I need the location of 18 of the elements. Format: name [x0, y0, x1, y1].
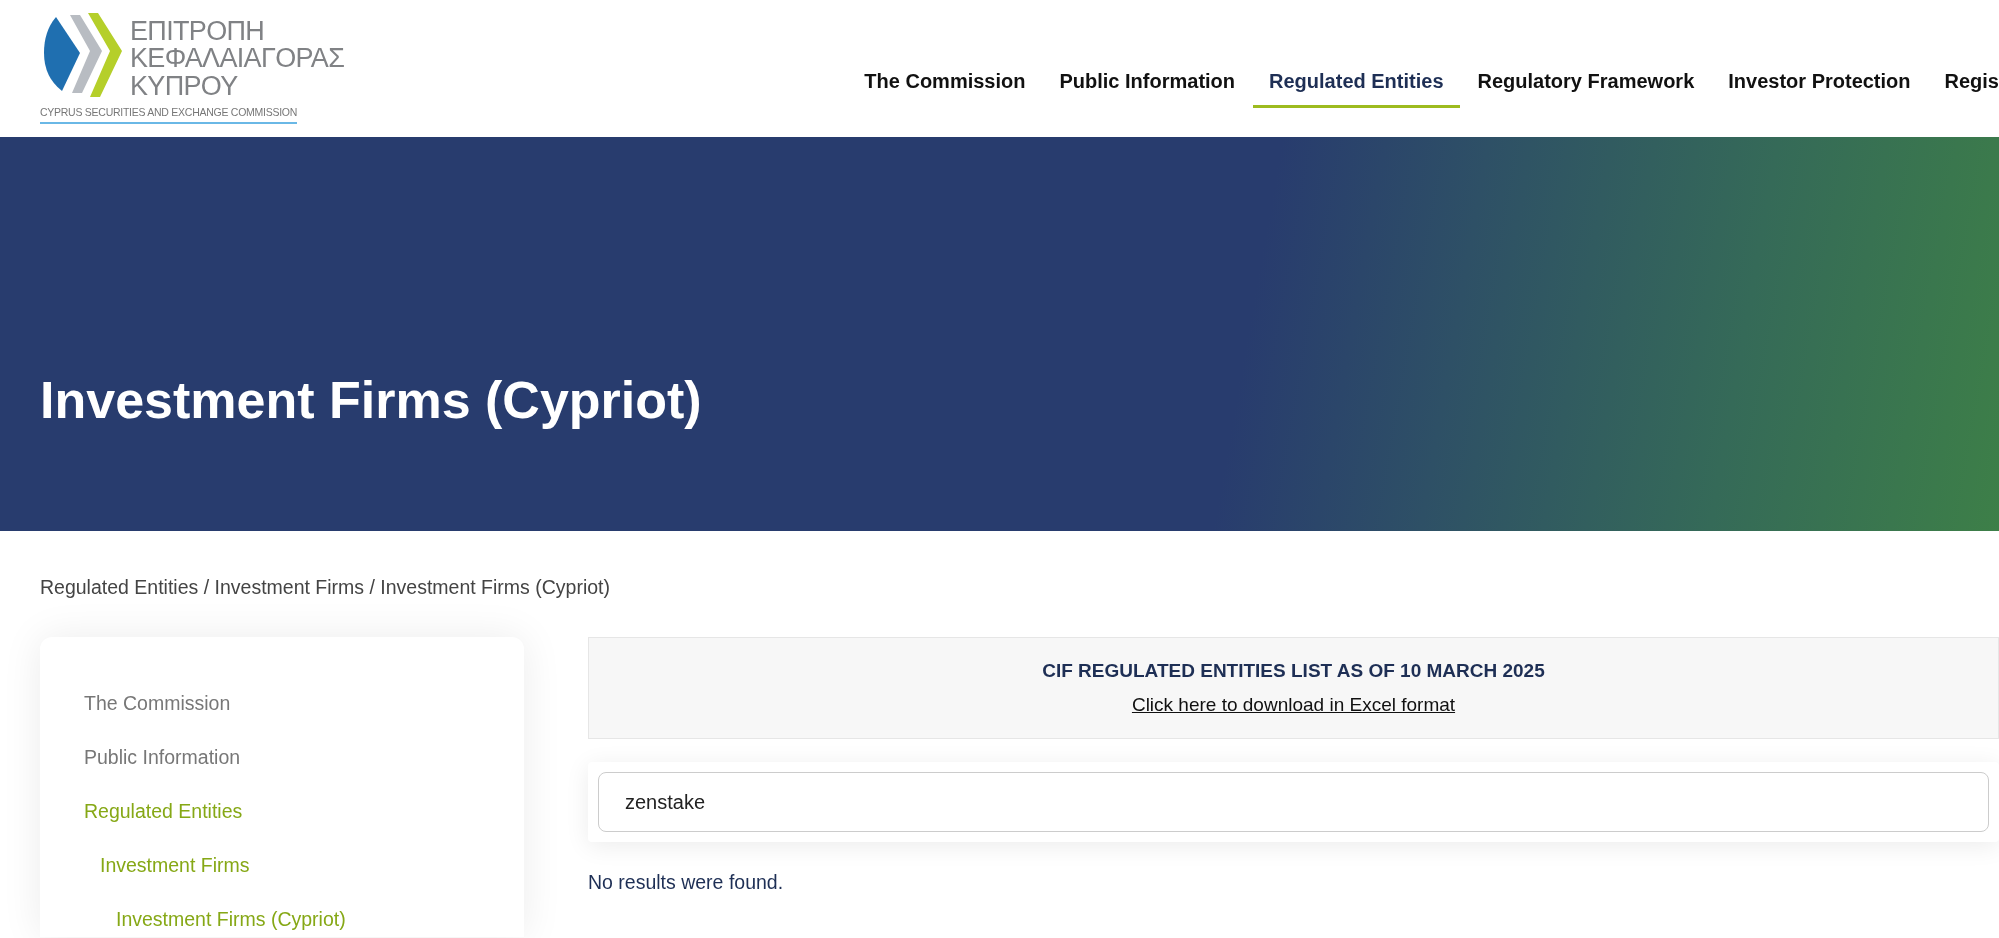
page-title: Investment Firms (Cypriot) [40, 370, 702, 431]
logo-text: ΕΠΙΤΡΟΠΗ [130, 17, 266, 46]
nav-link[interactable]: Investor Protection [1728, 57, 1911, 108]
logo-text: ΚΕΦΑΛΑΙΑΓΟΡΑΣ [130, 45, 345, 73]
results-message: No results were found. [588, 870, 785, 895]
nav-link[interactable]: Regulatory Framework [1477, 57, 1695, 108]
nav-link[interactable]: Regulated Entities [1253, 57, 1460, 108]
sidebar-link[interactable]: Public Information [84, 743, 241, 773]
nav-link[interactable]: The Commission [864, 57, 1026, 108]
notice-title: CIF REGULATED ENTITIES LIST AS OF 10 MARCH 2025 [1042, 658, 1545, 683]
logo-text: ΚΥΠΡΟΥ [130, 72, 239, 101]
nav-link[interactable]: Regis [1944, 57, 1999, 108]
search-field[interactable]: zenstake [598, 772, 1989, 832]
nav-link[interactable]: Public Information [1059, 57, 1236, 108]
sidebar-link[interactable]: The Commission [84, 689, 231, 719]
logo-subtitle: CYPRUS SECURITIES AND EXCHANGE COMMISSION [40, 105, 298, 124]
download-link[interactable]: Click here to download in Excel format [1131, 691, 1456, 720]
breadcrumb: Regulated Entities / Investment Firms / Investment Firms (Cypriot) [39, 575, 611, 600]
